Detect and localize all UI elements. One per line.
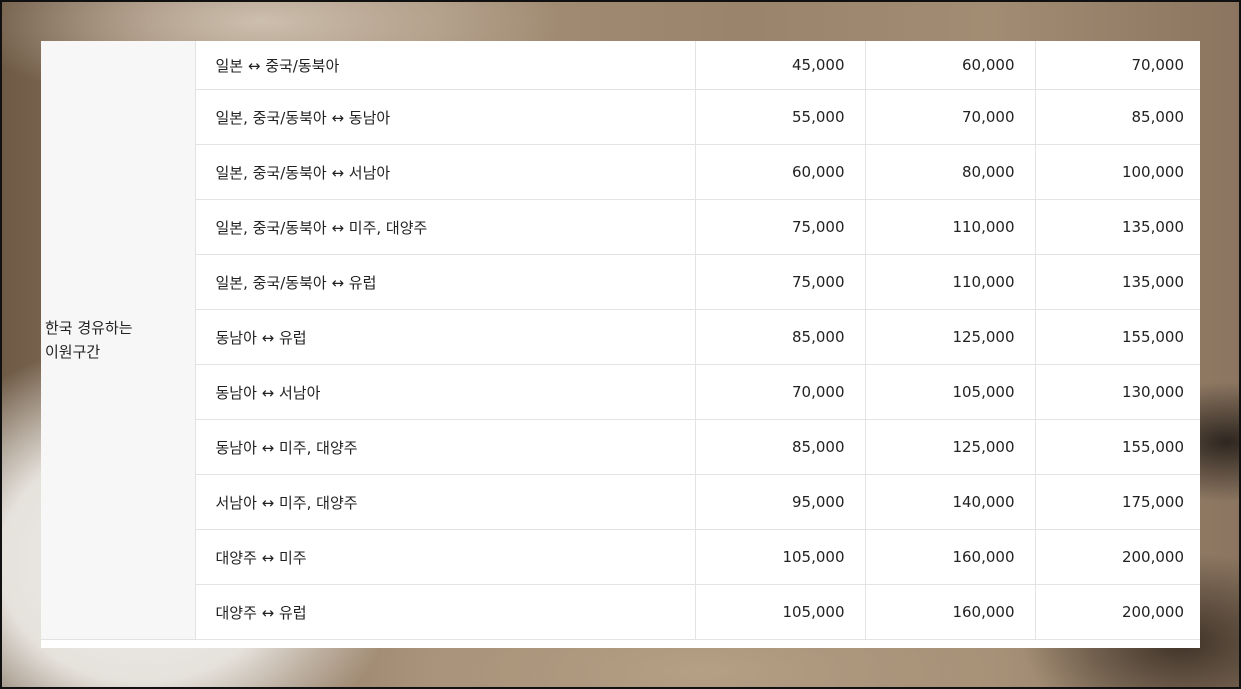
fare-cell: 75,000 [695, 199, 866, 255]
fare-cell: 160,000 [865, 529, 1036, 585]
fare-table: 한국 경유하는 이원구간 일본 ↔ 중국/동북아 45,000 60,000 7… [41, 41, 1200, 640]
route-cell: 대양주 ↔ 유럽 [195, 584, 696, 640]
route-group-label: 한국 경유하는 이원구간 [41, 41, 196, 640]
fare-cell: 70,000 [695, 364, 866, 420]
route-cell: 일본, 중국/동북아 ↔ 유럽 [195, 254, 696, 310]
fare-cell: 85,000 [695, 419, 866, 475]
table-row: 서남아 ↔ 미주, 대양주 95,000 140,000 175,000 [41, 474, 1200, 530]
table-row: 한국 경유하는 이원구간 일본 ↔ 중국/동북아 45,000 60,000 7… [41, 41, 1200, 640]
route-cell: 일본, 중국/동북아 ↔ 미주, 대양주 [195, 199, 696, 255]
route-cell: 동남아 ↔ 미주, 대양주 [195, 419, 696, 475]
fare-cell: 95,000 [695, 474, 866, 530]
fare-cell: 80,000 [865, 144, 1036, 200]
route-group-label-line: 한국 경유하는 [45, 319, 133, 337]
route-cell: 일본 ↔ 중국/동북아 [195, 41, 696, 90]
fare-cell: 125,000 [865, 419, 1036, 475]
table-row: 일본, 중국/동북아 ↔ 유럽 75,000 110,000 135,000 [41, 254, 1200, 310]
fare-cell: 45,000 [695, 41, 866, 90]
route-cell: 대양주 ↔ 미주 [195, 529, 696, 585]
fare-cell: 75,000 [695, 254, 866, 310]
fare-cell: 70,000 [865, 89, 1036, 145]
fare-cell: 175,000 [1035, 474, 1200, 530]
fare-cell: 85,000 [1035, 89, 1200, 145]
fare-cell: 110,000 [865, 254, 1036, 310]
route-cell: 일본, 중국/동북아 ↔ 동남아 [195, 89, 696, 145]
route-cell: 서남아 ↔ 미주, 대양주 [195, 474, 696, 530]
fare-cell: 155,000 [1035, 309, 1200, 365]
fare-cell: 100,000 [1035, 144, 1200, 200]
fare-cell: 200,000 [1035, 529, 1200, 585]
fare-cell: 55,000 [695, 89, 866, 145]
fare-cell: 160,000 [865, 584, 1036, 640]
fare-cell: 135,000 [1035, 199, 1200, 255]
fare-cell: 135,000 [1035, 254, 1200, 310]
table-row: 대양주 ↔ 미주 105,000 160,000 200,000 [41, 529, 1200, 585]
fare-cell: 140,000 [865, 474, 1036, 530]
table-row: 대양주 ↔ 유럽 105,000 160,000 200,000 [41, 584, 1200, 640]
fare-cell: 105,000 [695, 529, 866, 585]
fare-cell: 155,000 [1035, 419, 1200, 475]
fare-cell: 105,000 [695, 584, 866, 640]
table-row: 동남아 ↔ 서남아 70,000 105,000 130,000 [41, 364, 1200, 420]
table-row: 일본, 중국/동북아 ↔ 미주, 대양주 75,000 110,000 135,… [41, 199, 1200, 255]
fare-cell: 200,000 [1035, 584, 1200, 640]
fare-table-panel: 한국 경유하는 이원구간 일본 ↔ 중국/동북아 45,000 60,000 7… [41, 41, 1200, 648]
table-row: 일본, 중국/동북아 ↔ 동남아 55,000 70,000 85,000 [41, 89, 1200, 145]
table-row: 동남아 ↔ 유럽 85,000 125,000 155,000 [41, 309, 1200, 365]
route-group-label-line: 이원구간 [45, 343, 101, 361]
fare-cell: 60,000 [695, 144, 866, 200]
fare-cell: 130,000 [1035, 364, 1200, 420]
fare-cell: 105,000 [865, 364, 1036, 420]
table-row: 일본, 중국/동북아 ↔ 서남아 60,000 80,000 100,000 [41, 144, 1200, 200]
fare-cell: 70,000 [1035, 41, 1200, 90]
fare-cell: 60,000 [865, 41, 1036, 90]
route-cell: 동남아 ↔ 유럽 [195, 309, 696, 365]
table-row: 동남아 ↔ 미주, 대양주 85,000 125,000 155,000 [41, 419, 1200, 475]
fare-cell: 85,000 [695, 309, 866, 365]
fare-cell: 110,000 [865, 199, 1036, 255]
route-cell: 동남아 ↔ 서남아 [195, 364, 696, 420]
route-cell: 일본, 중국/동북아 ↔ 서남아 [195, 144, 696, 200]
fare-cell: 125,000 [865, 309, 1036, 365]
